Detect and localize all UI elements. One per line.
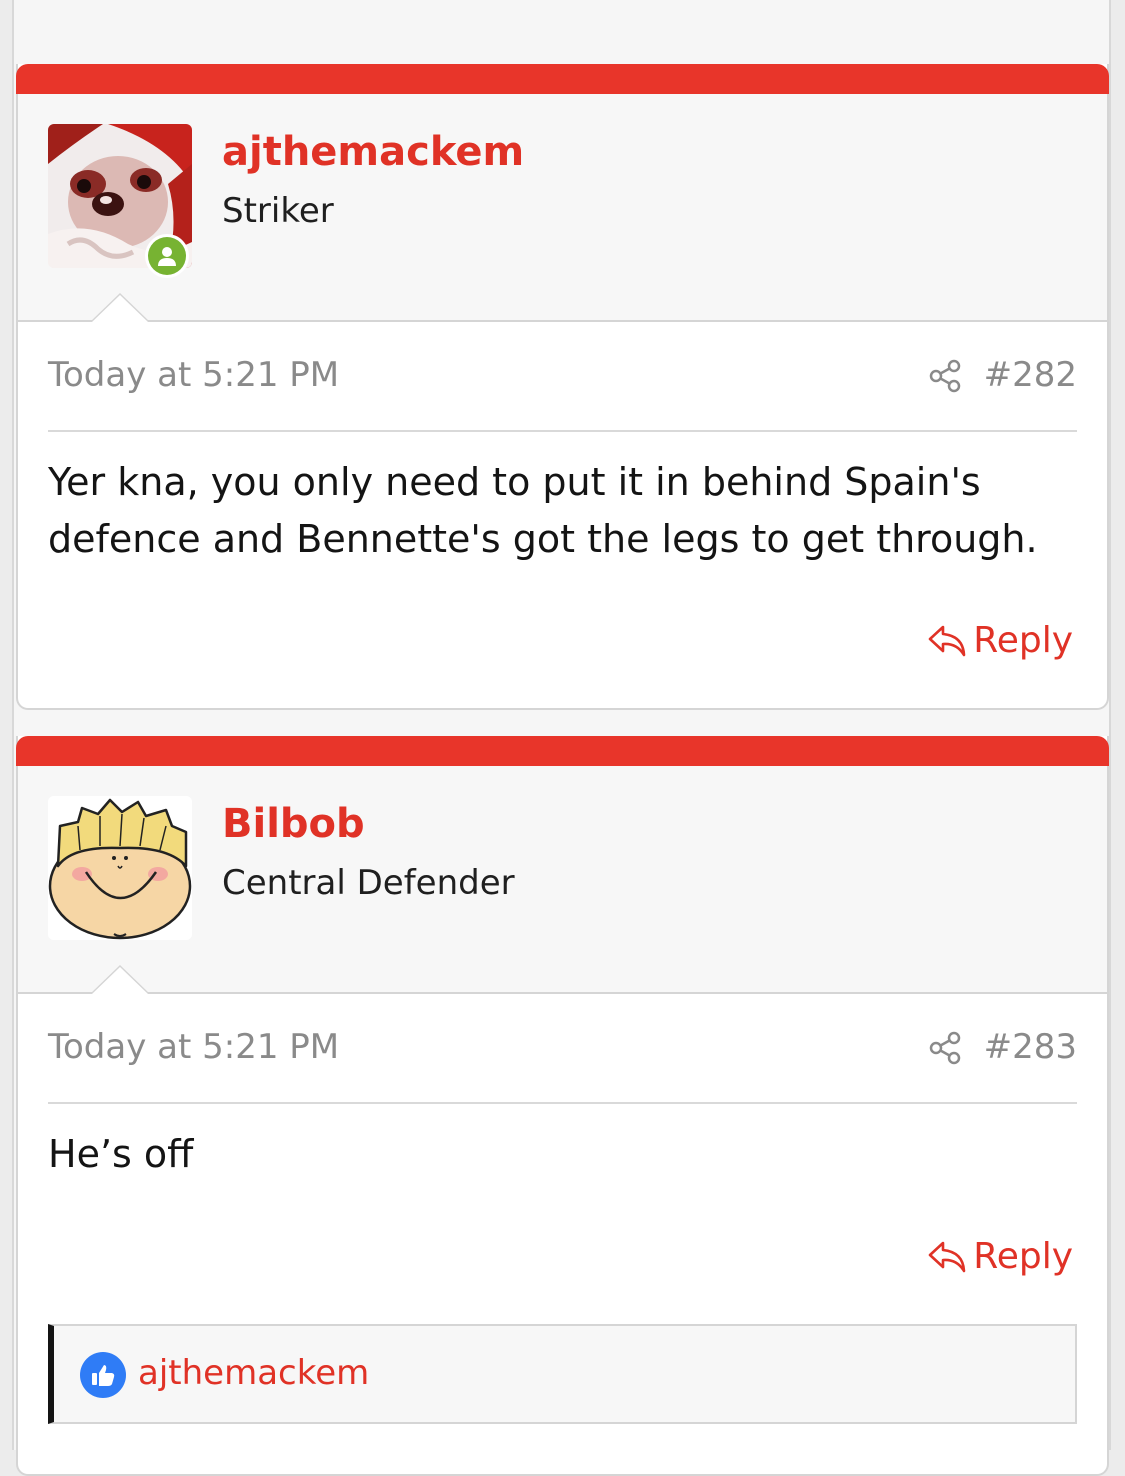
reply-button[interactable]: Reply (927, 618, 1073, 664)
reaction-user-link[interactable]: ajthemackem (138, 1350, 369, 1396)
post-timestamp[interactable]: Today at 5:21 PM (48, 1024, 339, 1070)
reply-label: Reply (973, 1236, 1073, 1277)
reply-icon (928, 625, 966, 657)
user-block-pointer (90, 965, 150, 994)
cartoon-face-avatar-image (48, 796, 192, 940)
username[interactable]: ajthemackem (222, 126, 524, 178)
post-meta: Today at 5:21 PM #282 (48, 320, 1077, 432)
username[interactable]: Bilbob (222, 798, 365, 850)
post-accent-bar (16, 64, 1109, 94)
avatar[interactable] (48, 796, 192, 940)
user-title: Central Defender (222, 863, 515, 903)
post-283: Bilbob Central Defender Today at 5:21 PM… (16, 736, 1109, 1476)
post-number[interactable]: #283 (984, 1024, 1077, 1070)
post-message: He’s off (48, 1132, 194, 1176)
post-accent-bar (16, 736, 1109, 766)
online-status-badge (145, 234, 189, 278)
user-online-icon (148, 237, 186, 275)
post-timestamp[interactable]: Today at 5:21 PM (48, 352, 339, 398)
user-title: Striker (222, 191, 334, 231)
post-message: Yer kna, you only need to put it in behi… (48, 460, 1038, 561)
user-block: ajthemackem Striker (18, 94, 1107, 322)
reply-button[interactable]: Reply (927, 1234, 1073, 1280)
reply-icon (928, 1241, 966, 1273)
reply-label: Reply (973, 620, 1073, 661)
reactions-bar[interactable]: ajthemackem (48, 1324, 1077, 1424)
user-block-pointer (90, 293, 150, 322)
share-icon[interactable] (927, 1030, 963, 1066)
user-block: Bilbob Central Defender (18, 766, 1107, 994)
post-282: ajthemackem Striker Today at 5:21 PM #28… (16, 64, 1109, 710)
share-icon[interactable] (927, 358, 963, 394)
post-meta: Today at 5:21 PM #283 (48, 992, 1077, 1104)
like-icon (80, 1352, 126, 1398)
post-number[interactable]: #282 (984, 352, 1077, 398)
